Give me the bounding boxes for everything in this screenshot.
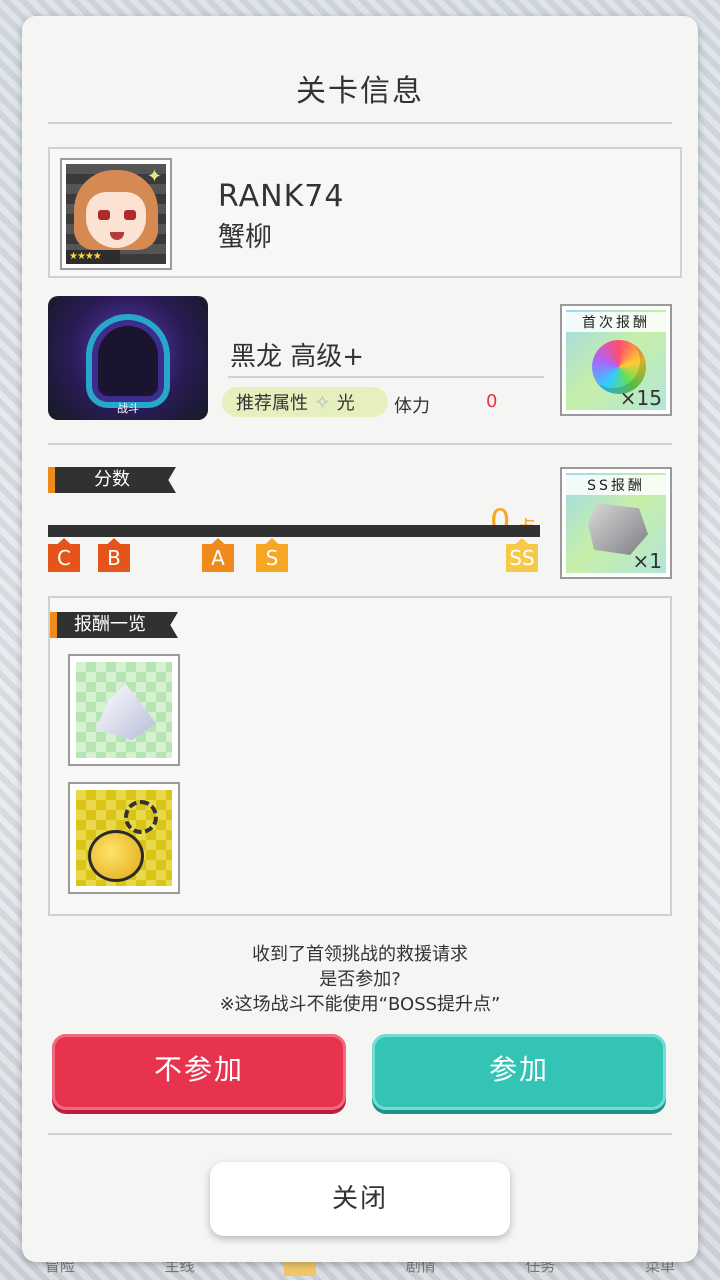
score-marker-a: A	[202, 538, 234, 572]
player-rank: RANK74	[218, 179, 345, 214]
first-reward-card[interactable]: 首次报酬 ×15	[560, 304, 672, 416]
dragon-icon	[98, 326, 158, 396]
star-rating: ★★★★	[66, 250, 120, 264]
boss-name: 黑龙 高级+	[230, 342, 365, 372]
ss-reward-qty: ×1	[632, 549, 662, 573]
stamina-label: 体力	[394, 396, 430, 417]
attr-label: 推荐属性	[236, 393, 308, 414]
reward-list-box: 报酬一览	[48, 596, 672, 916]
recommended-attribute-badge: 推荐属性 ✧ 光	[222, 387, 388, 417]
stage-info-dialog: 关卡信息 ✦ ★★★★ RANK74 蟹柳 战斗 黑龙 高级+ 推荐属性 ✧ 光 体…	[22, 16, 698, 1262]
score-marker-b: B	[98, 538, 130, 572]
score-section-tag: 分数	[48, 467, 176, 493]
join-button[interactable]: 参加	[372, 1034, 666, 1110]
ore-icon	[588, 503, 648, 555]
sparkle-icon: ✦	[146, 166, 162, 187]
reward-item[interactable]	[68, 782, 180, 894]
reward-list-section-tag: 报酬一览	[50, 612, 178, 638]
player-info-box: ✦ ★★★★ RANK74 蟹柳	[48, 147, 682, 278]
attr-value: 光	[336, 393, 355, 414]
first-reward-label: 首次报酬	[566, 312, 666, 332]
player-avatar[interactable]: ✦ ★★★★	[60, 158, 172, 270]
rescue-request-message: 收到了首领挑战的救援请求 是否参加? ※这场战斗不能使用“BOSS提升点”	[22, 942, 698, 1017]
message-line: 是否参加?	[319, 969, 401, 990]
divider	[48, 122, 672, 124]
score-marker-c: C	[48, 538, 80, 572]
message-line: 收到了首领挑战的救援请求	[252, 944, 468, 965]
ss-reward-label: SS报酬	[566, 475, 666, 495]
score-progress-bar	[48, 525, 540, 537]
gold-medal-icon	[88, 830, 144, 882]
boss-image[interactable]: 战斗	[48, 296, 208, 420]
reward-item[interactable]	[68, 654, 180, 766]
message-line: ※这场战斗不能使用“BOSS提升点”	[219, 994, 501, 1015]
avatar-portrait: ✦ ★★★★	[66, 164, 166, 264]
dialog-title: 关卡信息	[296, 74, 424, 109]
ss-reward-card[interactable]: SS报酬 ×1	[560, 467, 672, 579]
close-button[interactable]: 关闭	[210, 1162, 510, 1236]
divider	[48, 443, 672, 445]
light-element-icon: ✧	[314, 390, 331, 414]
divider	[228, 376, 544, 378]
divider	[48, 1133, 672, 1135]
player-name: 蟹柳	[218, 222, 272, 253]
decline-button[interactable]: 不参加	[52, 1034, 346, 1110]
score-marker-s: S	[256, 538, 288, 572]
boss-image-caption: 战斗	[117, 402, 139, 415]
crystal-shard-icon	[96, 684, 156, 740]
chain-icon	[124, 800, 158, 834]
stamina-value: 0	[486, 391, 498, 412]
first-reward-qty: ×15	[619, 386, 662, 410]
score-marker-ss: SS	[506, 538, 538, 572]
